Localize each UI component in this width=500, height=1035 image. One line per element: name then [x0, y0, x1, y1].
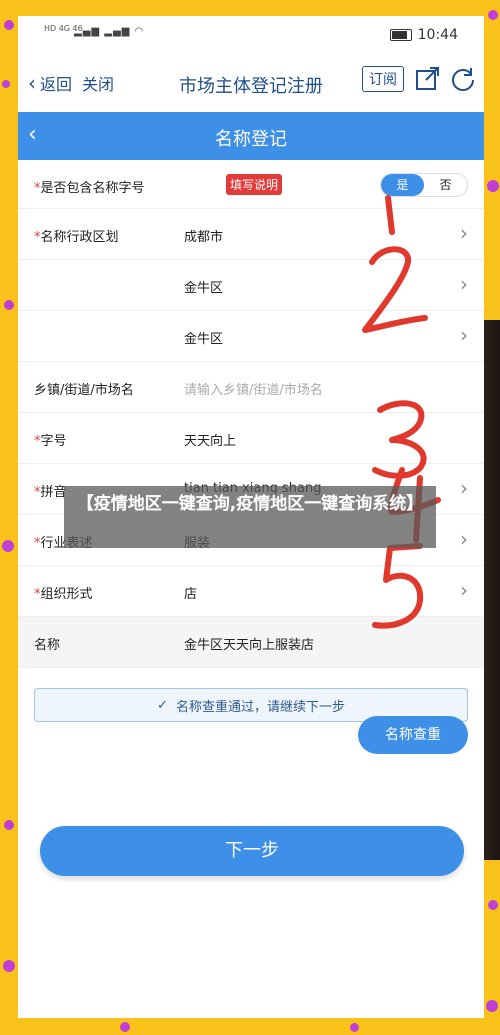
page-header: ‹ 名称登记	[18, 112, 484, 160]
field-value: 成都市	[184, 230, 224, 245]
field-value: 金牛区天天向上服装店	[184, 638, 315, 653]
frame-dot	[120, 1022, 130, 1032]
frame-dot	[486, 1000, 498, 1012]
form-row-town: 乡镇/街道/市场名 请输入乡镇/街道/市场名	[18, 362, 484, 413]
frame-dot	[4, 300, 14, 310]
battery-icon	[389, 29, 412, 41]
chevron-right-icon: ›	[460, 323, 468, 347]
clock: 10:44	[417, 27, 458, 43]
form-row-region-district[interactable]: 金牛区 ›	[18, 260, 484, 311]
field-label: *名称行政区划	[34, 230, 119, 245]
field-label: *组织形式	[34, 587, 93, 602]
frame-dot	[2, 540, 14, 552]
frame-dot	[488, 10, 498, 20]
field-label: *字号	[34, 434, 67, 449]
frame-dot	[2, 80, 10, 88]
field-value: 金牛区	[184, 281, 224, 296]
form-row-region-sub[interactable]: 金牛区 ›	[18, 311, 484, 362]
nav-actions: 订阅	[362, 66, 476, 92]
chevron-right-icon: ›	[460, 578, 468, 602]
refresh-icon[interactable]	[450, 66, 476, 92]
field-label: *是否包含名称字号	[34, 181, 145, 196]
frame-dot	[487, 180, 499, 192]
signal-icon: ▂▄▆ ▂▄▆ ◠	[74, 26, 145, 37]
share-icon[interactable]	[414, 66, 440, 92]
town-input[interactable]: 请输入乡镇/街道/市场名	[184, 379, 323, 398]
trade-name-input[interactable]: 天天向上	[184, 430, 236, 449]
yes-no-toggle[interactable]: 是 否	[380, 173, 468, 197]
overlay-caption: 【疫情地区一键查询,疫情地区一键查询系统】	[64, 486, 436, 548]
toggle-yes[interactable]: 是	[381, 174, 424, 196]
page-title: 名称登记	[215, 129, 287, 150]
form-row-region-city[interactable]: *名称行政区划 成都市 ›	[18, 209, 484, 260]
frame-dot	[4, 20, 14, 30]
status-bar: HD 4G 46 ▂▄▆ ▂▄▆ ◠ 10:44	[18, 16, 484, 56]
chevron-right-icon: ›	[460, 527, 468, 551]
form-row-name: 名称 金牛区天天向上服装店	[18, 617, 484, 668]
field-label: 乡镇/街道/市场名	[34, 383, 134, 398]
toggle-no[interactable]: 否	[424, 174, 467, 196]
field-value: 金牛区	[184, 332, 224, 347]
form-row-contains-name: *是否包含名称字号 填写说明 是 否	[18, 160, 484, 209]
check-icon: ✓	[157, 697, 168, 713]
field-value: 店	[184, 587, 198, 602]
notice-text: 名称查重通过，请继续下一步	[175, 699, 345, 715]
chevron-right-icon: ›	[460, 272, 468, 296]
field-label: 名称	[34, 638, 61, 653]
form-row-trade-name: *字号 天天向上	[18, 413, 484, 464]
help-badge[interactable]: 填写说明	[226, 174, 283, 195]
subscribe-button[interactable]: 订阅	[362, 66, 404, 92]
next-step-button[interactable]: 下一步	[40, 826, 464, 876]
status-right: 10:44	[389, 27, 458, 43]
name-check-button[interactable]: 名称查重	[358, 716, 468, 754]
frame-dot	[488, 900, 498, 910]
chevron-right-icon: ›	[460, 476, 468, 500]
frame-dot	[3, 960, 15, 972]
frame-dot	[4, 820, 14, 830]
field-label: *拼音	[34, 485, 67, 500]
chevron-right-icon: ›	[460, 221, 468, 245]
form-row-org-form[interactable]: *组织形式 店 ›	[18, 566, 484, 617]
frame-dot	[350, 1023, 359, 1032]
app-navbar: ‹ 返回 关闭 市场主体登记注册 订阅	[18, 56, 484, 112]
